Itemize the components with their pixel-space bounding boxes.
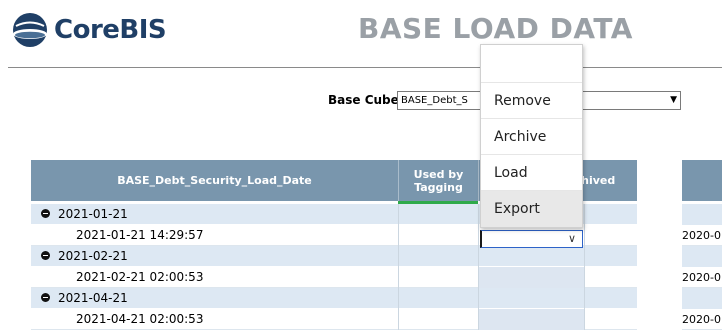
menu-item-remove[interactable]: Remove — [481, 83, 582, 119]
right-panel-row: 2020-0 — [682, 267, 722, 288]
table-row[interactable]: 2021-04-21 02:00:53 — [31, 309, 637, 330]
collapse-icon[interactable] — [41, 209, 50, 218]
group-label: 2021-02-21 — [58, 249, 128, 263]
row-label: 2021-04-21 02:00:53 — [76, 312, 204, 326]
corebis-logo-icon — [13, 13, 47, 47]
archived-cell[interactable] — [479, 267, 584, 288]
corebis-logo: CoreBIS — [10, 10, 167, 50]
base-cube-value: BASE_Debt_S — [401, 95, 468, 106]
right-panel-row — [682, 288, 722, 309]
archived-cell[interactable] — [479, 309, 584, 330]
header-divider — [8, 67, 722, 68]
right-panel-row: 2020-0 — [682, 309, 722, 330]
group-label: 2021-04-21 — [58, 291, 128, 305]
column-header-used-by-tagging[interactable]: Used by Tagging — [398, 160, 478, 201]
collapse-icon[interactable] — [41, 251, 50, 260]
group-label: 2021-01-21 — [58, 207, 128, 221]
menu-item-archive[interactable]: Archive — [481, 119, 582, 155]
chevron-down-icon: ∨ — [567, 232, 576, 245]
row-label: 2021-01-21 14:29:57 — [76, 228, 204, 242]
table-group-row[interactable]: 2021-02-21 — [31, 246, 637, 267]
chevron-down-icon: ▼ — [670, 95, 677, 105]
base-cube-label: Base Cube — [328, 93, 399, 107]
column-header-load-date[interactable]: BASE_Debt_Security_Load_Date — [31, 160, 398, 201]
menu-item-load[interactable]: Load — [481, 155, 582, 191]
table-row[interactable]: 2021-02-21 02:00:53 — [31, 267, 637, 288]
row-action-menu: Remove Archive Load Export — [480, 44, 583, 228]
logo-text: CoreBIS — [54, 15, 167, 45]
table-group-row[interactable]: 2021-04-21 — [31, 288, 637, 309]
right-panel-row — [682, 246, 722, 267]
row-action-select[interactable]: ∨ — [480, 230, 583, 248]
menu-blank-option[interactable] — [481, 45, 582, 83]
right-panel-row — [682, 204, 722, 225]
collapse-icon[interactable] — [41, 293, 50, 302]
right-panel-header — [682, 160, 722, 201]
right-panel-row: 2020-0 — [682, 225, 722, 246]
menu-item-export[interactable]: Export — [481, 191, 582, 227]
page-title: BASE LOAD DATA — [358, 12, 633, 45]
row-label: 2021-02-21 02:00:53 — [76, 270, 204, 284]
